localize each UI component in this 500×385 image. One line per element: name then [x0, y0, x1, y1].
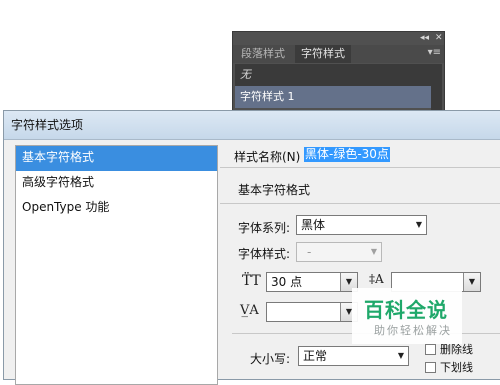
leading-icon: ‡A	[369, 272, 384, 286]
font-family-select[interactable]: 黑体 ▼	[296, 215, 427, 235]
font-family-value: 黑体	[301, 218, 326, 232]
divider	[220, 167, 500, 168]
section-title: 基本字符格式	[238, 183, 311, 197]
dialog-title: 字符样式选项	[4, 111, 500, 140]
collapse-icon[interactable]: ◂◂	[420, 32, 429, 44]
kerning-combo[interactable]: ▼	[266, 302, 358, 322]
font-style-label: 字体样式:	[238, 247, 291, 261]
case-label: 大小写:	[250, 352, 291, 366]
character-styles-panel: ◂◂ ✕ 段落样式 字符样式 ▾≡ 无 字符样式 1	[232, 31, 445, 115]
styles-list: 无 字符样式 1	[235, 64, 431, 108]
style-name-label: 样式名称(N)	[234, 150, 301, 164]
chevron-down-icon: ▼	[397, 351, 404, 360]
style-name-input[interactable]: 黑体-绿色-30点	[304, 147, 390, 162]
chevron-down-icon: ▼	[415, 220, 422, 229]
tab-character-styles[interactable]: 字符样式	[295, 45, 351, 63]
strikethrough-checkbox[interactable]	[425, 344, 436, 355]
font-style-value: -	[307, 245, 312, 259]
category-advanced-character-formats[interactable]: 高级字符格式	[16, 171, 217, 196]
category-list: 基本字符格式 高级字符格式 OpenType 功能	[15, 145, 218, 385]
chevron-down-icon: ▼	[370, 247, 377, 256]
font-size-combo[interactable]: 30 点 ▼	[266, 272, 358, 292]
divider	[220, 203, 500, 204]
panel-menu-icon[interactable]: ▾≡	[428, 47, 441, 58]
style-item-character-style-1[interactable]: 字符样式 1	[235, 86, 431, 108]
font-family-label: 字体系列:	[238, 221, 291, 235]
font-size-value: 30 点	[271, 275, 303, 289]
kerning-icon: V̲A	[240, 303, 259, 318]
category-opentype-features[interactable]: OpenType 功能	[16, 196, 217, 221]
watermark-subtitle: 助你轻松解决	[374, 324, 452, 337]
case-select[interactable]: 正常 ▼	[298, 346, 409, 366]
underline-label: 下划线	[440, 361, 473, 374]
watermark: 百科全说 助你轻松解决	[352, 288, 462, 344]
category-basic-character-formats[interactable]: 基本字符格式	[16, 146, 217, 171]
panel-topbar: ◂◂ ✕	[233, 32, 444, 44]
panel-tabs: 段落样式 字符样式 ▾≡	[233, 45, 444, 63]
font-size-icon: T̈T	[242, 273, 261, 289]
close-icon[interactable]: ✕	[435, 32, 443, 44]
font-style-select[interactable]: - ▼	[296, 242, 382, 262]
chevron-down-icon[interactable]: ▼	[463, 273, 480, 291]
watermark-title: 百科全说	[364, 298, 448, 322]
panel-scrollbar[interactable]	[431, 64, 442, 112]
underline-checkbox[interactable]	[425, 362, 436, 373]
style-item-none[interactable]: 无	[235, 64, 431, 86]
tab-paragraph-styles[interactable]: 段落样式	[235, 45, 291, 63]
case-value: 正常	[303, 349, 328, 363]
